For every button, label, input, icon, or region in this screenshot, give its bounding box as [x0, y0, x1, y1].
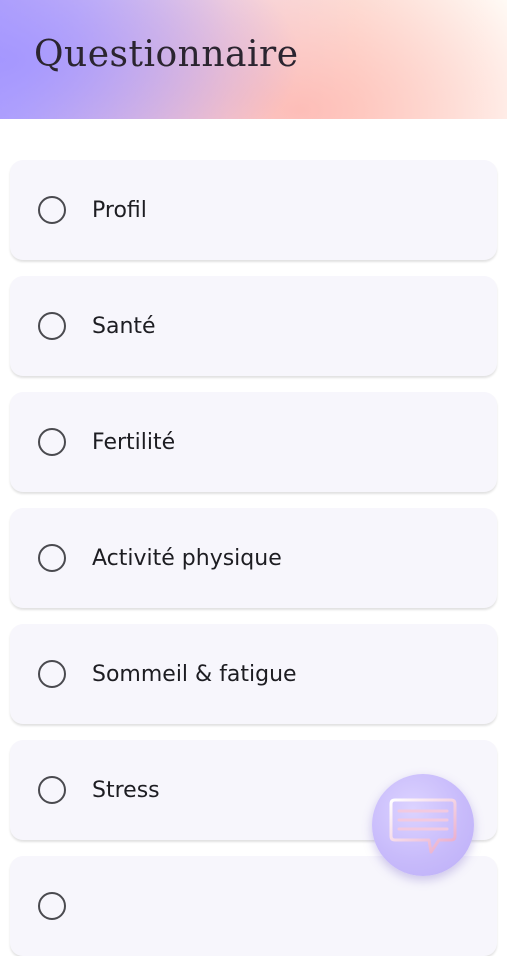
section-card-sante[interactable]: Santé — [10, 276, 497, 376]
radio-unchecked-icon[interactable] — [38, 312, 66, 340]
radio-unchecked-icon[interactable] — [38, 544, 66, 572]
section-label: Santé — [92, 314, 156, 339]
section-label: Activité physique — [92, 546, 282, 571]
radio-unchecked-icon[interactable] — [38, 660, 66, 688]
radio-unchecked-icon[interactable] — [38, 892, 66, 920]
section-label: Stress — [92, 778, 160, 803]
section-card-profil[interactable]: Profil — [10, 160, 497, 260]
section-label: Sommeil & fatigue — [92, 662, 297, 687]
section-label: Fertilité — [92, 430, 176, 455]
section-card-fertilite[interactable]: Fertilité — [10, 392, 497, 492]
section-card-sommeil-fatigue[interactable]: Sommeil & fatigue — [10, 624, 497, 724]
section-card-activite-physique[interactable]: Activité physique — [10, 508, 497, 608]
radio-unchecked-icon[interactable] — [38, 776, 66, 804]
questionnaire-section-list: Profil Santé Fertilité Activité physique… — [0, 0, 507, 956]
radio-unchecked-icon[interactable] — [38, 196, 66, 224]
section-label: Profil — [92, 198, 147, 223]
chat-bubble-icon — [389, 798, 457, 854]
radio-unchecked-icon[interactable] — [38, 428, 66, 456]
chat-fab-button[interactable] — [372, 774, 474, 876]
